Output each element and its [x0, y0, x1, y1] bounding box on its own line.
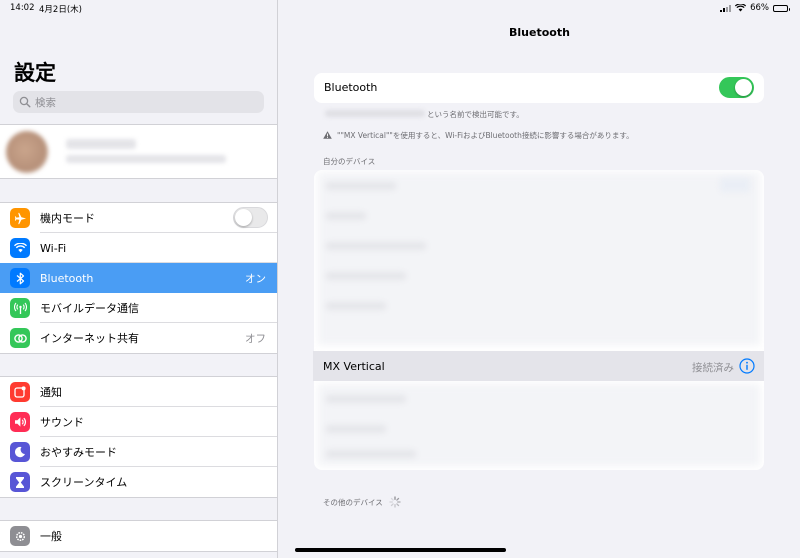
search-icon — [19, 96, 31, 108]
bluetooth-label: Bluetooth — [324, 81, 378, 94]
device-name: MX Vertical — [323, 360, 385, 373]
sidebar-item-label: Wi-Fi — [40, 241, 67, 255]
sidebar-item-screen-time[interactable]: スクリーンタイム — [0, 467, 277, 497]
cellular-signal-icon — [720, 4, 732, 12]
blurred-device-row — [326, 450, 416, 458]
blurred-device-row — [326, 425, 386, 433]
wifi-status-icon — [735, 4, 747, 12]
profile-name-blurred — [66, 139, 136, 149]
sidebar-item-bluetooth[interactable]: Bluetooth オン — [0, 263, 277, 293]
bluetooth-icon — [10, 268, 30, 288]
bluetooth-toggle[interactable] — [719, 77, 754, 98]
my-devices-header: 自分のデバイス — [323, 157, 376, 166]
toggle-knob — [235, 209, 252, 226]
sidebar-item-mobile-data[interactable]: モバイルデータ通信 — [0, 293, 277, 323]
status-bar: 14:02 4月2日(木) 66% — [0, 0, 800, 16]
sidebar-item-wifi[interactable]: Wi-Fi — [0, 233, 277, 263]
profile-subtitle-blurred — [66, 155, 226, 163]
connectivity-group: 機内モード Wi-Fi Bluetooth オン モバイルデータ通信 インターネ… — [0, 202, 277, 354]
bluetooth-toggle-row: Bluetooth — [314, 73, 764, 103]
warning-hint: ""MX Vertical""を使用すると、Wi-FiおよびBluetooth接… — [323, 130, 634, 141]
search-placeholder: 検索 — [35, 96, 56, 109]
discoverable-hint: という名前で検出可能です。 — [427, 110, 524, 119]
blurred-device-list-top — [318, 172, 760, 345]
toggle-knob — [735, 79, 752, 96]
info-icon[interactable] — [739, 358, 755, 374]
blurred-device-row — [326, 212, 366, 220]
sidebar-item-do-not-disturb[interactable]: おやすみモード — [0, 437, 277, 467]
other-devices-label: その他のデバイス — [323, 497, 383, 507]
hotspot-icon — [10, 328, 30, 348]
status-time: 14:02 — [10, 3, 35, 13]
sidebar-item-label: サウンド — [40, 416, 84, 429]
blurred-device-status — [720, 178, 750, 192]
antenna-icon — [10, 298, 30, 318]
loading-spinner-icon — [389, 496, 401, 508]
sidebar-title: 設定 — [14, 61, 56, 85]
battery-icon — [773, 4, 790, 12]
device-status: 接続済み — [692, 362, 734, 374]
sidebar-item-sounds[interactable]: サウンド — [0, 407, 277, 437]
notifications-group: 通知 サウンド おやすみモード スクリーンタイム — [0, 376, 277, 498]
general-group: 一般 — [0, 520, 277, 552]
hourglass-icon — [10, 472, 30, 492]
device-row-mx-vertical[interactable]: MX Vertical 接続済み — [313, 351, 764, 381]
status-date: 4月2日(木) — [39, 5, 82, 15]
home-indicator[interactable] — [295, 548, 506, 552]
device-name-blurred — [325, 110, 425, 117]
blurred-device-row — [326, 272, 406, 280]
blurred-device-row — [326, 242, 426, 250]
moon-icon — [10, 442, 30, 462]
sidebar-item-label: モバイルデータ通信 — [40, 302, 139, 315]
search-field[interactable]: 検索 — [13, 91, 264, 113]
my-devices-list — [314, 170, 764, 470]
sound-icon — [10, 412, 30, 432]
blurred-device-row — [326, 182, 396, 190]
blurred-device-row — [326, 395, 406, 403]
bluetooth-detail-pane: Bluetooth Bluetooth という名前で検出可能です。 ""MX V… — [279, 0, 800, 558]
sidebar-item-value: オフ — [245, 332, 266, 345]
sidebar-item-personal-hotspot[interactable]: インターネット共有 オフ — [0, 323, 277, 353]
avatar — [6, 131, 48, 173]
page-title: Bluetooth — [509, 26, 570, 39]
sidebar-item-label: 機内モード — [40, 212, 95, 225]
gear-icon — [10, 526, 30, 546]
wifi-icon — [10, 238, 30, 258]
other-devices-header: その他のデバイス — [323, 496, 401, 508]
sidebar-item-label: 一般 — [40, 530, 62, 543]
status-indicators: 66% — [720, 3, 790, 13]
settings-sidebar: 設定 検索 機内モード Wi-Fi Bluetooth オン モバイルデータ通信… — [0, 0, 278, 558]
sidebar-item-label: 通知 — [40, 386, 62, 399]
sidebar-item-notifications[interactable]: 通知 — [0, 377, 277, 407]
sidebar-item-label: スクリーンタイム — [40, 476, 128, 489]
sidebar-item-label: おやすみモード — [40, 446, 117, 459]
warning-icon — [323, 131, 332, 139]
sidebar-item-label: インターネット共有 — [40, 332, 139, 345]
warning-text: ""MX Vertical""を使用すると、Wi-FiおよびBluetooth接… — [337, 131, 634, 140]
sidebar-item-airplane-mode[interactable]: 機内モード — [0, 203, 277, 233]
battery-percent: 66% — [750, 3, 769, 13]
airplane-icon — [10, 208, 30, 228]
sidebar-item-general[interactable]: 一般 — [0, 521, 277, 551]
sidebar-item-label: Bluetooth — [40, 271, 94, 285]
blurred-device-row — [326, 302, 386, 310]
airplane-mode-toggle[interactable] — [233, 207, 268, 228]
sidebar-item-value: オン — [245, 272, 266, 285]
apple-id-profile[interactable] — [0, 124, 277, 179]
notifications-icon — [10, 382, 30, 402]
